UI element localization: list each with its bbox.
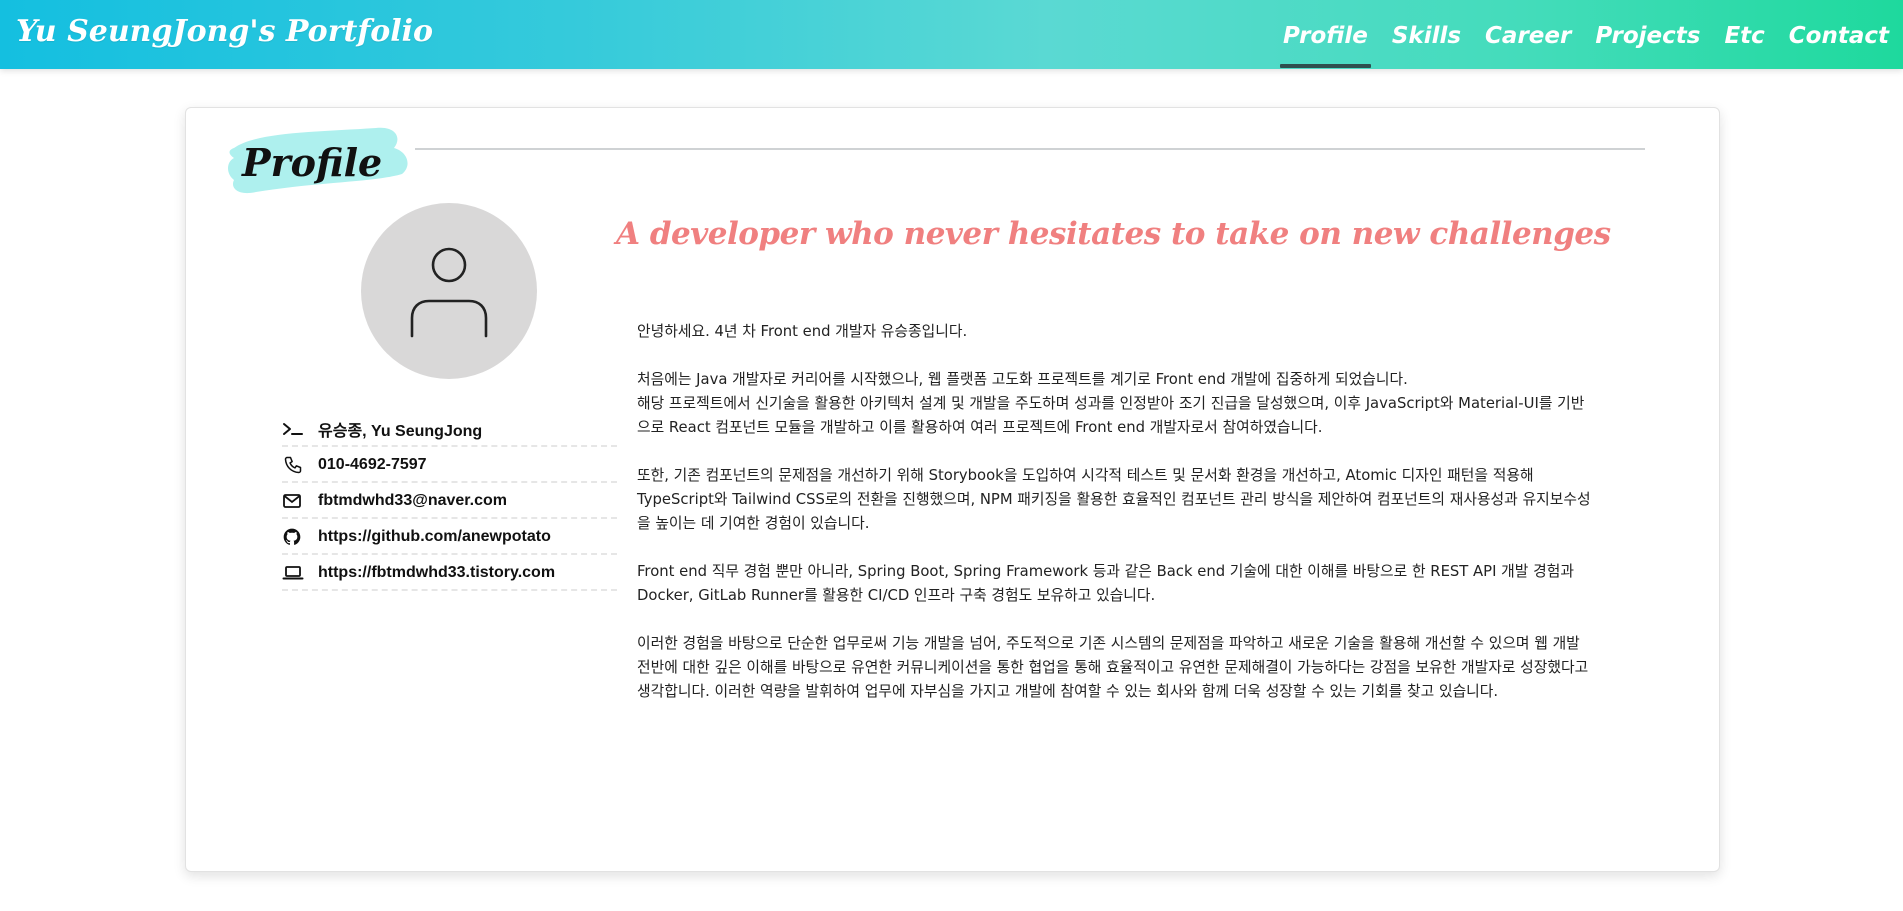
nav-menu: Profile Skills Career Projects Etc Conta… [1259, 0, 1889, 69]
contact-email[interactable]: fbtmdwhd33@naver.com [316, 492, 507, 510]
nav-item-profile[interactable]: Profile [1279, 0, 1371, 69]
section-title: Profile [242, 140, 383, 185]
contact-phone: 010-4692-7597 [318, 455, 427, 473]
contact-row-name: 유승종, Yu SeungJong [282, 412, 617, 447]
user-icon [410, 247, 488, 338]
avatar [361, 203, 537, 379]
intro-paragraph: 처음에는 Java 개발자로 커리어를 시작했으나, 웹 플랫폼 고도화 프로젝… [637, 368, 1597, 440]
nav-item-contact[interactable]: Contact [1789, 0, 1889, 69]
intro-line: 안녕하세요. 4년 차 Front end 개발자 유승종입니다. [637, 323, 968, 340]
profile-card: Profile 유승종, Yu SeungJong 010-4692-7597 … [185, 107, 1720, 872]
nav-item-skills[interactable]: Skills [1392, 0, 1461, 69]
contact-row-blog: https://fbtmdwhd33.tistory.com [282, 556, 617, 591]
laptop-icon [282, 562, 316, 584]
nav-item-career[interactable]: Career [1485, 0, 1571, 69]
intro-text: 안녕하세요. 4년 차 Front end 개발자 유승종입니다. 처음에는 J… [637, 320, 1597, 728]
top-navbar: Yu SeungJong's Portfolio Profile Skills … [0, 0, 1903, 69]
intro-paragraph: 안녕하세요. 4년 차 Front end 개발자 유승종입니다. [637, 320, 1597, 344]
intro-line: 해당 프로젝트에서 신기술을 활용한 아키텍처 설계 및 개발을 주도하며 성과… [637, 395, 1585, 436]
nav-item-projects[interactable]: Projects [1595, 0, 1700, 69]
contact-blog-link[interactable]: https://fbtmdwhd33.tistory.com [316, 564, 555, 582]
terminal-icon [282, 418, 316, 440]
intro-paragraph: 또한, 기존 컴포넌트의 문제점을 개선하기 위해 Storybook을 도입하… [637, 464, 1597, 536]
site-brand[interactable]: Yu SeungJong's Portfolio [16, 14, 433, 49]
contact-row-email: fbtmdwhd33@naver.com [282, 484, 617, 519]
mail-icon [282, 490, 316, 512]
contact-list: 유승종, Yu SeungJong 010-4692-7597 fbtmdwhd… [282, 412, 617, 592]
intro-line: 처음에는 Java 개발자로 커리어를 시작했으나, 웹 플랫폼 고도화 프로젝… [637, 371, 1408, 388]
intro-paragraph: 이러한 경험을 바탕으로 단순한 업무로써 기능 개발을 넘어, 주도적으로 기… [637, 632, 1597, 704]
profile-tagline: A developer who never hesitates to take … [616, 216, 1611, 252]
contact-row-phone: 010-4692-7597 [282, 448, 617, 483]
phone-icon [282, 454, 316, 476]
intro-line: 또한, 기존 컴포넌트의 문제점을 개선하기 위해 Storybook을 도입하… [637, 467, 1591, 532]
intro-paragraph: Front end 직무 경험 뿐만 아니라, Spring Boot, Spr… [637, 560, 1597, 608]
contact-name: 유승종, Yu SeungJong [318, 422, 483, 440]
intro-line: 이러한 경험을 바탕으로 단순한 업무로써 기능 개발을 넘어, 주도적으로 기… [637, 635, 1589, 700]
section-divider [415, 148, 1645, 150]
intro-line: Front end 직무 경험 뿐만 아니라, Spring Boot, Spr… [637, 563, 1574, 604]
contact-github-link[interactable]: https://github.com/anewpotato [316, 528, 551, 546]
nav-item-etc[interactable]: Etc [1724, 0, 1764, 69]
contact-row-github: https://github.com/anewpotato [282, 520, 617, 555]
github-icon [282, 526, 316, 548]
